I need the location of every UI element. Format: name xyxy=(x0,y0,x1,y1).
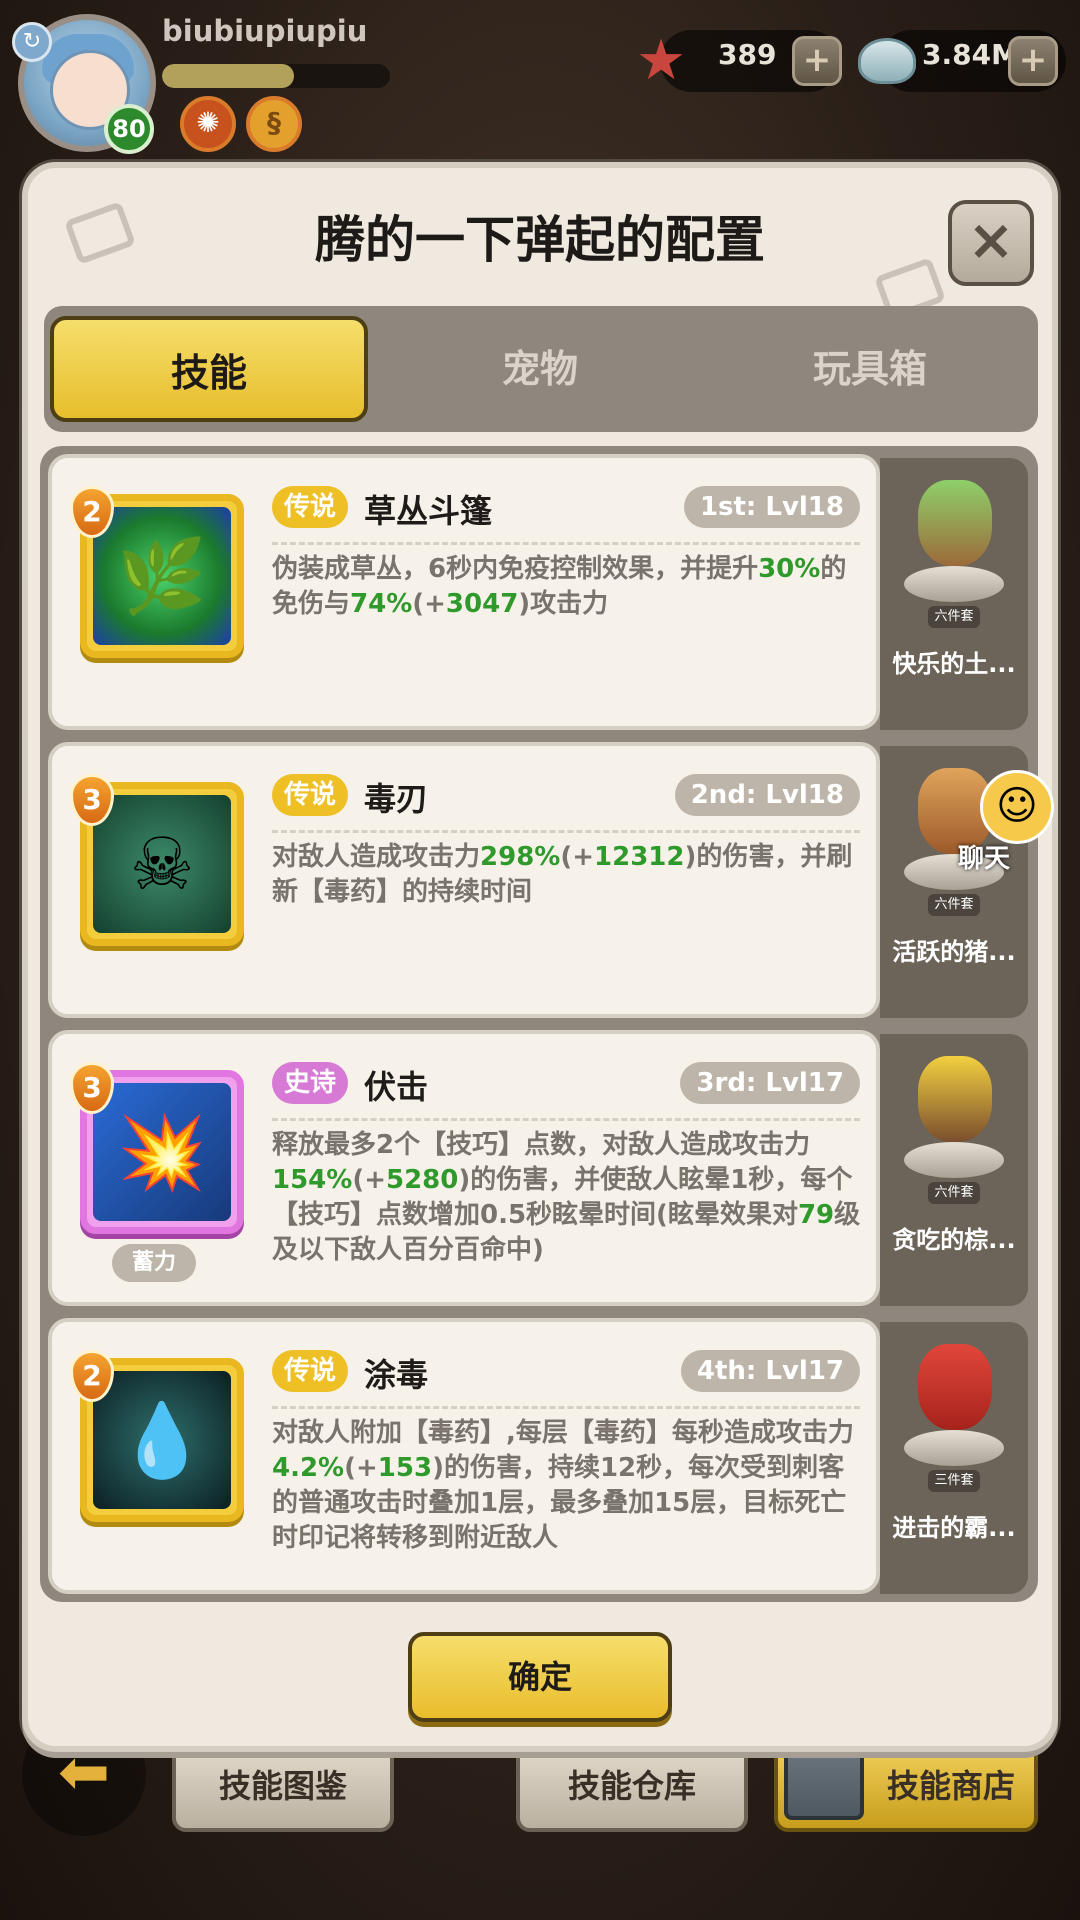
pet-name: 贪吃的棕... xyxy=(892,1226,1016,1254)
rarity-badge: 传说 xyxy=(272,1350,349,1392)
rarity-badge: 史诗 xyxy=(272,1062,349,1104)
skill-name: 涂毒 xyxy=(364,1356,429,1394)
skill-description: 释放最多2个【技巧】点数，对敌人造成攻击力154%(+5280)的伤害，并使敌人… xyxy=(272,1128,862,1268)
pet-bee-bear-icon xyxy=(918,1056,992,1142)
confirm-button[interactable]: 确定 xyxy=(408,1632,672,1722)
rarity-badge: 传说 xyxy=(272,774,349,816)
add-shell-button[interactable]: + xyxy=(1008,36,1058,86)
skill-codex-button[interactable]: 技能图鉴 xyxy=(172,1740,394,1832)
desc-text: 对敌人造成攻击力 xyxy=(272,842,481,872)
highlight-value: 74% xyxy=(350,589,413,619)
poison-blade-icon: ☠ xyxy=(93,795,231,933)
xp-bar-fill xyxy=(162,64,295,88)
tab-pets[interactable]: 宠物 xyxy=(380,316,700,422)
chat-bubble-icon[interactable]: ☺ xyxy=(980,770,1054,844)
shell-amount: 3.84M xyxy=(922,38,1019,71)
skill-name: 毒刃 xyxy=(364,780,429,818)
highlight-value: 79 xyxy=(797,1200,835,1230)
divider xyxy=(272,830,860,833)
tab-toybox[interactable]: 玩具箱 xyxy=(710,316,1030,422)
player-level-badge: 80 xyxy=(104,104,154,154)
pet-stand xyxy=(904,1430,1004,1466)
refresh-icon[interactable]: ↻ xyxy=(12,22,52,62)
divider xyxy=(272,1118,860,1121)
pet-dino-icon xyxy=(918,1344,992,1430)
pet-stand xyxy=(904,566,1004,602)
desc-text: 释放最多2个【技巧】点数，对敌人造成攻击力 xyxy=(272,1130,811,1160)
desc-text: )攻击力 xyxy=(518,589,609,619)
desc-text: (+ xyxy=(412,589,446,619)
charge-tag: 蓄力 xyxy=(112,1244,196,1282)
buff-fire-icon[interactable]: ✺ xyxy=(180,96,236,152)
pet-set-tag: 六件套 xyxy=(928,1182,980,1204)
pet-name: 快乐的土... xyxy=(892,650,1016,678)
starfish-icon: ★ xyxy=(636,28,687,93)
highlight-value: 153 xyxy=(377,1453,433,1483)
shell-icon xyxy=(858,38,916,84)
skill-name: 伏击 xyxy=(364,1068,429,1106)
desc-text: (+ xyxy=(344,1453,378,1483)
desc-text: 伪装成草丛，6秒内免疫控制效果，并提升 xyxy=(272,554,759,584)
pet-stand xyxy=(904,1142,1004,1178)
xp-bar xyxy=(162,64,390,88)
buff-coin-icon[interactable]: § xyxy=(246,96,302,152)
chat-label[interactable]: 聊天 xyxy=(958,838,1010,875)
tab-skills[interactable]: 技能 xyxy=(50,316,368,422)
pet-set-tag: 六件套 xyxy=(928,894,980,916)
divider xyxy=(272,1406,860,1409)
highlight-value: 154% xyxy=(272,1165,353,1195)
skill-slot-level: 2nd: Lvl18 xyxy=(674,774,860,816)
add-starfish-button[interactable]: + xyxy=(792,36,842,86)
skill-slot-level: 4th: Lvl17 xyxy=(680,1350,860,1392)
close-button[interactable]: × xyxy=(948,200,1034,286)
desc-text: (+ xyxy=(560,842,595,872)
highlight-value: 3047 xyxy=(445,589,519,619)
bush-cloak-icon: 🌿 xyxy=(93,507,231,645)
skill-description: 伪装成草丛，6秒内免疫控制效果，并提升30%的免伤与74%(+3047)攻击力 xyxy=(272,552,862,622)
dialog-title: 腾的一下弹起的配置 xyxy=(315,211,765,269)
pet-set-tag: 六件套 xyxy=(928,606,980,628)
highlight-value: 30% xyxy=(758,554,821,584)
desc-text: (+ xyxy=(352,1165,386,1195)
skill-name: 草丛斗篷 xyxy=(364,492,493,530)
desc-text: 对敌人附加【毒药】,每层【毒药】每秒造成攻击力 xyxy=(272,1418,854,1448)
player-name: biubiupiupiu xyxy=(162,14,368,48)
divider xyxy=(272,542,860,545)
highlight-value: 298% xyxy=(480,842,561,872)
skill-slot-level: 3rd: Lvl17 xyxy=(680,1062,860,1104)
poison-drop-icon: 💧 xyxy=(93,1371,231,1509)
pet-name: 活跃的猪... xyxy=(892,938,1016,966)
highlight-value: 5280 xyxy=(386,1165,459,1195)
ambush-icon: 💥 xyxy=(93,1083,231,1221)
starfish-amount: 389 xyxy=(718,38,777,71)
pet-set-tag: 三件套 xyxy=(928,1470,980,1492)
skill-slot-level: 1st: Lvl18 xyxy=(683,486,860,528)
skill-warehouse-button[interactable]: 技能仓库 xyxy=(516,1740,748,1832)
pet-name: 进击的霸... xyxy=(892,1514,1016,1542)
rarity-badge: 传说 xyxy=(272,486,349,528)
skill-description: 对敌人造成攻击力298%(+12312)的伤害，并刷新【毒药】的持续时间 xyxy=(272,840,862,910)
pet-mole-icon xyxy=(918,480,992,566)
highlight-value: 12312 xyxy=(594,842,685,872)
highlight-value: 4.2% xyxy=(272,1453,345,1483)
skill-description: 对敌人附加【毒药】,每层【毒药】每秒造成攻击力4.2%(+153)的伤害，持续1… xyxy=(272,1416,862,1556)
